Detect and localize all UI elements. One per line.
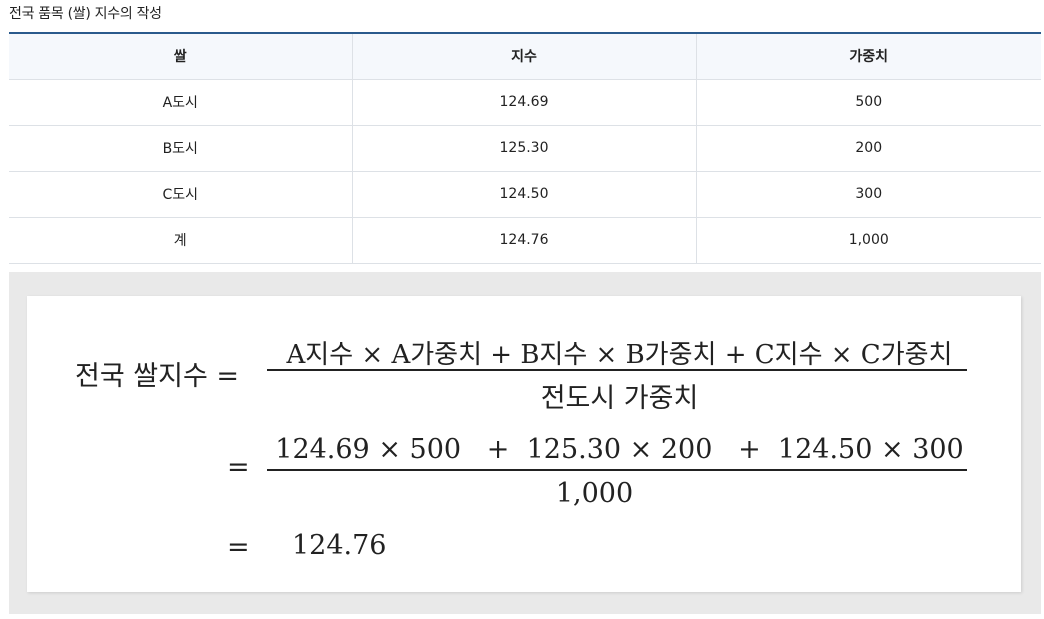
cell-city: B도시 [9,125,352,172]
formula-step1-denominator: 전도시 가중치 [540,383,699,414]
cell-weight: 200 [695,125,1041,172]
cell-index: 124.69 [351,79,696,126]
cell-total-label: 계 [9,217,352,264]
formula-step2-numerator: 124.69 × 500 + 125.30 × 200 + 124.50 × 3… [275,434,964,465]
fraction-bar-1 [267,369,967,371]
cell-city: C도시 [9,171,352,218]
rice-index-table: 쌀 지수 가중치 A도시 124.69 500 B도시 125.30 200 C… [9,32,1041,264]
header-weight: 가중치 [695,33,1041,80]
table-caption: 전국 품목 (쌀) 지수의 작성 [9,6,162,22]
formula-step2-equals: = [227,452,250,483]
table-header-row: 쌀 지수 가중치 [9,33,1041,80]
cell-weight: 500 [695,79,1041,126]
formula-lhs: 전국 쌀지수 = [75,361,239,392]
header-index: 지수 [351,33,696,80]
formula-result: 124.76 [292,530,387,561]
formula-card: 전국 쌀지수 = A지수 × A가중치 + B지수 × B가중치 + C지수 ×… [27,296,1021,592]
header-rice: 쌀 [9,33,352,80]
cell-weight: 300 [695,171,1041,218]
cell-index: 125.30 [351,125,696,172]
formula-step2-denominator: 1,000 [555,478,634,509]
formula-image-frame: 전국 쌀지수 = A지수 × A가중치 + B지수 × B가중치 + C지수 ×… [9,272,1041,614]
table-row: A도시 124.69 500 [9,79,1041,126]
cell-index: 124.50 [351,171,696,218]
table-row: C도시 124.50 300 [9,171,1041,218]
table-row: B도시 125.30 200 [9,125,1041,172]
formula-step1-numerator: A지수 × A가중치 + B지수 × B가중치 + C지수 × C가중치 [286,340,953,370]
cell-total-weight: 1,000 [695,217,1041,264]
cell-city: A도시 [9,79,352,126]
formula-step3-equals: = [227,532,250,563]
fraction-bar-2 [267,469,967,471]
cell-total-index: 124.76 [351,217,696,264]
table-total-row: 계 124.76 1,000 [9,217,1041,264]
